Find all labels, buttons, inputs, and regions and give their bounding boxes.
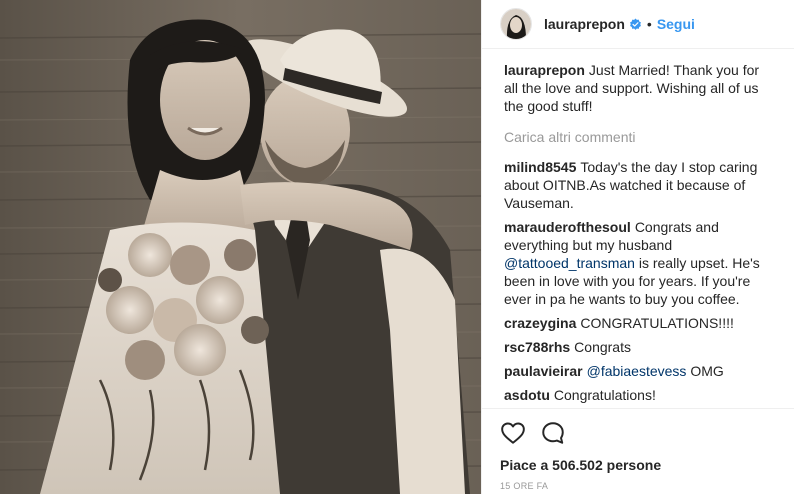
comment-text: Congratulations!: [553, 387, 656, 403]
post-actions: Piace a 506.502 persone 15 ORE FA: [482, 408, 794, 494]
follow-button[interactable]: Segui: [657, 16, 695, 32]
comment-username[interactable]: milind8545: [504, 159, 576, 175]
post-timestamp[interactable]: 15 ORE FA: [500, 481, 778, 491]
comment-item: rsc788rhs Congrats: [504, 338, 776, 356]
load-more-comments-button[interactable]: Carica altri commenti: [504, 128, 776, 146]
instagram-post-viewer: lauraprepon • Segui lauraprepon Just Marr…: [0, 0, 794, 494]
caption-username[interactable]: lauraprepon: [504, 62, 585, 78]
comment-username[interactable]: crazeygina: [504, 315, 576, 331]
comment-mention-link[interactable]: @tattooed_transman: [504, 255, 635, 271]
action-icons: [500, 415, 778, 451]
comment-item: milind8545 Today's the day I stop caring …: [504, 158, 776, 212]
caption: lauraprepon Just Married! Thank you for a…: [504, 61, 776, 115]
comment-item: marauderofthesoul Congrats and everything…: [504, 218, 776, 308]
avatar[interactable]: [500, 8, 532, 40]
speech-bubble-icon[interactable]: [540, 420, 566, 446]
comment-item: paulavieirar @fabiaestevess OMG: [504, 362, 776, 380]
comment-text: CONGRATULATIONS!!!!: [580, 315, 734, 331]
post-photo[interactable]: [0, 0, 481, 494]
comments-list[interactable]: lauraprepon Just Married! Thank you for a…: [482, 49, 794, 408]
separator-dot: •: [646, 16, 652, 32]
comment-text: Congrats: [574, 339, 631, 355]
comment-mention-link[interactable]: @fabiaestevess: [587, 363, 687, 379]
heart-outline-icon[interactable]: [500, 420, 526, 446]
comment-item: crazeygina CONGRATULATIONS!!!!: [504, 314, 776, 332]
post-side-panel: lauraprepon • Segui lauraprepon Just Marr…: [481, 0, 794, 494]
verified-badge-icon: [629, 18, 642, 31]
comment-entries: milind8545 Today's the day I stop caring …: [504, 158, 776, 408]
post-header: lauraprepon • Segui: [482, 0, 794, 49]
comment-username[interactable]: paulavieirar: [504, 363, 583, 379]
comment-username[interactable]: marauderofthesoul: [504, 219, 631, 235]
comment-text: OMG: [686, 363, 724, 379]
comment-item: asdotu Congratulations!: [504, 386, 776, 404]
comment-username[interactable]: asdotu: [504, 387, 550, 403]
header-username[interactable]: lauraprepon: [544, 16, 625, 32]
likes-count[interactable]: Piace a 506.502 persone: [500, 457, 778, 473]
wedding-photo-image: [0, 0, 481, 494]
comment-username[interactable]: rsc788rhs: [504, 339, 570, 355]
